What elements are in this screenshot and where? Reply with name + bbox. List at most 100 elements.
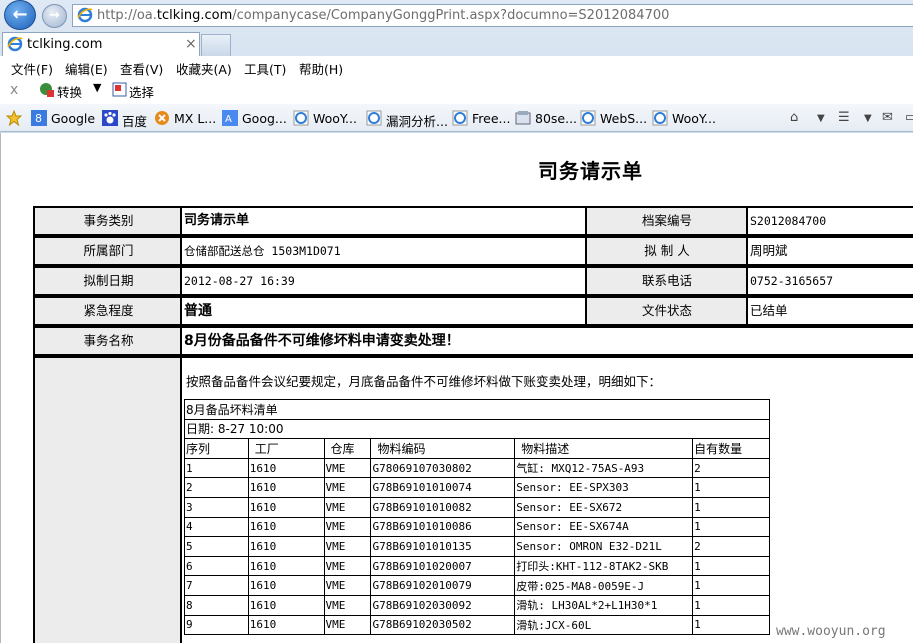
intro-text: 按照备品备件会议纪要规定，月底备品备件不可维修坏料做下账变卖处理，明细如下：: [186, 374, 662, 389]
table-cell: 1: [692, 614, 770, 636]
ie-page-icon: [77, 7, 93, 26]
baidu-paw-icon: [102, 110, 118, 126]
translate-icon: [39, 82, 54, 97]
table-cell: 8: [184, 594, 249, 616]
table-cell: VME: [323, 536, 372, 557]
dept-value: 仓储部配送总仓 1503M1D071: [180, 236, 586, 266]
table-cell: 气缸: MXQ12-75AS-A93: [514, 457, 694, 479]
column-header: 物料描述: [514, 438, 694, 459]
rss-dropdown-icon[interactable]: ▼: [864, 113, 872, 124]
table-cell: 1610: [247, 516, 325, 538]
forward-button[interactable]: →: [42, 4, 67, 28]
table-cell: 9: [184, 614, 249, 636]
table-cell: 1: [692, 516, 770, 538]
table-cell: 1610: [247, 594, 325, 616]
favorites-bar: 8 Google 百度 MX L... A Goog... WooY... 漏洞…: [0, 104, 913, 132]
convert-dropdown-icon[interactable]: ▼: [93, 81, 101, 94]
page-content: 司务请示单 事务类别 司务请示单 档案编号 S2012084700 所属部门 仓…: [0, 133, 913, 643]
ie-tab-icon: [7, 36, 23, 55]
table-row: 4 1610 VME G78B69101010086 Sensor: EE-SX674A…: [184, 516, 770, 538]
ie-fav-icon: [452, 110, 468, 126]
google-translate-icon: A: [222, 110, 238, 126]
subject-label: 事务名称: [33, 326, 182, 356]
subject-value: 8月份备品备件不可维修坏料申请变卖处理！: [180, 326, 913, 356]
table-cell: 2: [692, 457, 770, 479]
table-cell: G78B69101010074: [370, 477, 516, 498]
svg-text:A: A: [225, 114, 232, 125]
fav-wooyun-1[interactable]: WooY...: [313, 111, 357, 126]
status-label: 文件状态: [585, 296, 747, 326]
fav-mx[interactable]: MX L...: [174, 111, 216, 126]
phone-value: 0752-3165657: [746, 266, 913, 296]
form-row: 所属部门 仓储部配送总仓 1503M1D071 拟 制 人 周明斌: [33, 236, 913, 266]
fav-baidu[interactable]: 百度: [122, 111, 147, 130]
fav-wooyun-2[interactable]: WooY...: [672, 111, 716, 126]
home-icon[interactable]: ⌂: [790, 110, 798, 125]
form-row: 拟制日期 2012-08-27 16:39 联系电话 0752-3165657: [33, 266, 913, 296]
document-title: 司务请示单: [538, 159, 643, 183]
back-button[interactable]: ←: [4, 0, 36, 30]
table-header-row: 序列 工厂 仓库 物料编码 物料描述 自有数量: [184, 438, 770, 459]
date-value: 2012-08-27 16:39: [180, 266, 586, 296]
phone-label: 联系电话: [585, 266, 747, 296]
table-cell: G78B69101010135: [370, 536, 516, 557]
rss-icon[interactable]: ☰: [838, 110, 850, 125]
select-icon: [112, 82, 127, 97]
tab-active[interactable]: tclking.com ×: [2, 32, 200, 56]
table-cell: 1610: [247, 614, 325, 636]
menu-edit[interactable]: 编辑(E): [65, 59, 108, 78]
type-label: 事务类别: [33, 206, 182, 236]
column-header: 自有数量: [692, 438, 770, 459]
menu-view[interactable]: 查看(V): [120, 59, 163, 78]
author-label: 拟 制 人: [585, 236, 747, 266]
urgency-label: 紧急程度: [33, 296, 182, 326]
table-cell: VME: [323, 516, 372, 538]
mail-icon[interactable]: ✉: [882, 110, 893, 125]
type-value: 司务请示单: [180, 206, 586, 236]
column-header: 仓库: [323, 438, 372, 459]
table-cell: VME: [323, 477, 372, 498]
print-icon[interactable]: ▭: [905, 110, 913, 125]
fav-vuln-analysis[interactable]: 漏洞分析...: [386, 111, 448, 130]
table-row: 8 1610 VME G78B69102030092 滑轨: LH30AL*2+L1H3…: [184, 594, 770, 616]
table-cell: G78B69102030502: [370, 614, 516, 636]
menu-tools[interactable]: 工具(T): [244, 59, 286, 78]
table-cell: 7: [184, 575, 249, 596]
table-cell: 2: [692, 536, 770, 557]
svg-text:8: 8: [35, 112, 42, 125]
fav-google[interactable]: Google: [51, 111, 95, 126]
convert-button[interactable]: 转换: [57, 82, 82, 101]
menu-help[interactable]: 帮助(H): [299, 59, 343, 78]
urgency-value: 普通: [180, 296, 586, 326]
fav-80sec[interactable]: 80se...: [535, 111, 577, 126]
fav-google-2[interactable]: Goog...: [242, 111, 287, 126]
table-cell: 打印头:KHT-112-8TAK2-SKB: [514, 555, 694, 577]
fav-free[interactable]: Free...: [472, 111, 510, 126]
address-bar[interactable]: http://oa.tclking.com/companycase/Compan…: [72, 4, 913, 27]
close-tab-icon[interactable]: ×: [185, 36, 197, 52]
table-cell: G78B69101010086: [370, 516, 516, 538]
table-cell: 4: [184, 516, 249, 538]
menu-bar: 文件(F) 编辑(E) 查看(V) 收藏夹(A) 工具(T) 帮助(H): [0, 56, 913, 78]
close-toolbar-icon[interactable]: x: [10, 82, 18, 98]
url-text[interactable]: http://oa.tclking.com/companycase/Compan…: [97, 8, 669, 23]
home-dropdown-icon[interactable]: ▼: [817, 113, 825, 124]
tab-bar: tclking.com ×: [0, 30, 913, 56]
menu-file[interactable]: 文件(F): [11, 59, 53, 78]
tab-title: tclking.com: [27, 37, 103, 52]
select-button[interactable]: 选择: [129, 82, 154, 101]
table-cell: 2: [184, 477, 249, 498]
fav-webs[interactable]: WebS...: [600, 111, 647, 126]
menu-favorites[interactable]: 收藏夹(A): [176, 59, 232, 78]
dept-label: 所属部门: [33, 236, 182, 266]
table-row: 1 1610 VME G78069107030802 气缸: MXQ12-75AS-A9…: [184, 457, 770, 479]
table-cell: Sensor: EE-SX674A: [514, 516, 694, 538]
table-cell: G78069107030802: [370, 457, 516, 479]
table-cell: G78B69102030092: [370, 594, 516, 616]
list-date: 日期: 8-27 10:00: [184, 418, 770, 440]
table-cell: 滑轨: LH30AL*2+L1H30*1: [514, 594, 694, 616]
status-value: 已结单: [746, 296, 913, 326]
favorites-star-icon[interactable]: [5, 109, 23, 127]
new-tab-button[interactable]: [201, 34, 231, 56]
table-cell: 6: [184, 555, 249, 577]
